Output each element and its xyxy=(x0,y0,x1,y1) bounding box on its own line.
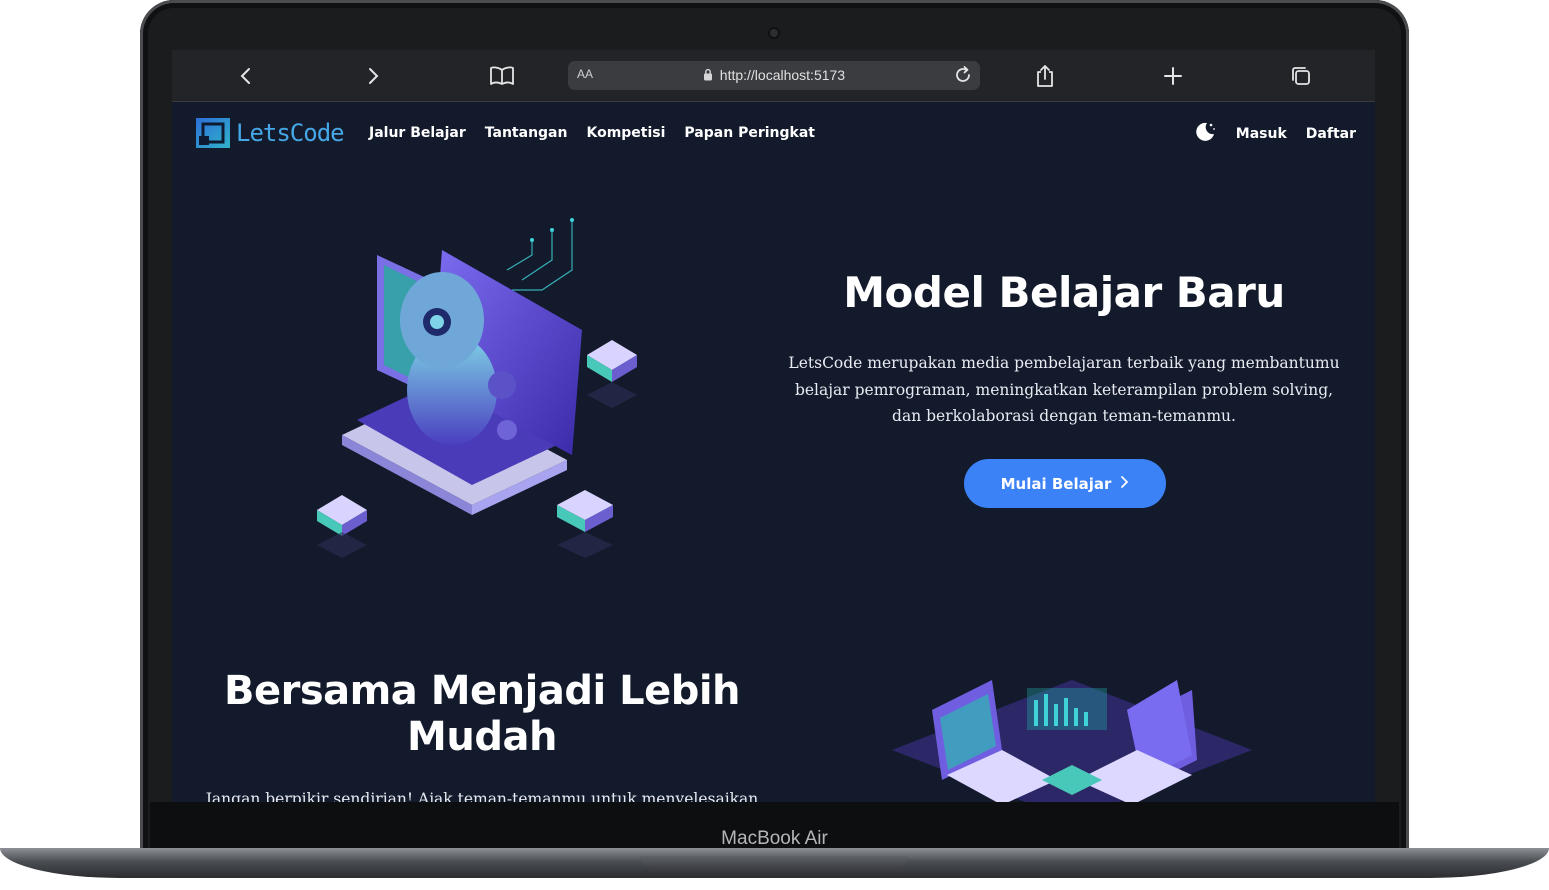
register-button[interactable]: Daftar xyxy=(1306,126,1356,142)
chevron-right-icon xyxy=(1119,475,1129,493)
laptop-notch xyxy=(640,856,908,868)
start-learning-label: Mulai Belajar xyxy=(1000,474,1112,493)
section-description: Jangan berpikir sendirian! Ajak teman-te… xyxy=(205,790,759,802)
letscode-logo[interactable]: LetsCode xyxy=(196,118,345,148)
section-title: Bersama Menjadi Lebih Mudah xyxy=(223,668,741,760)
share-icon[interactable] xyxy=(1030,61,1060,91)
address-bar[interactable]: AA http://localhost:5173 xyxy=(568,61,980,90)
url-text: http://localhost:5173 xyxy=(719,67,846,83)
nav-link-jalur-belajar[interactable]: Jalur Belajar xyxy=(369,125,466,141)
moon-icon[interactable] xyxy=(1193,120,1217,148)
logo-text: LetsCode xyxy=(236,119,345,147)
device-model-label: MacBook Air xyxy=(721,828,828,849)
tabs-icon[interactable] xyxy=(1286,61,1316,91)
start-learning-button[interactable]: Mulai Belajar xyxy=(964,459,1166,508)
login-button[interactable]: Masuk xyxy=(1236,126,1287,142)
nav-actions: Masuk Daftar xyxy=(1193,120,1356,148)
nav-link-tantangan[interactable]: Tantangan xyxy=(485,125,568,141)
camera xyxy=(770,29,778,37)
nav-link-kompetisi[interactable]: Kompetisi xyxy=(586,125,665,141)
nav-links: Jalur Belajar Tantangan Kompetisi Papan … xyxy=(369,125,815,141)
back-icon[interactable] xyxy=(231,61,261,91)
hero-description: LetsCode merupakan media pembelajaran te… xyxy=(788,354,1340,425)
forward-icon[interactable] xyxy=(358,61,388,91)
site-navbar: LetsCode Jalur Belajar Tantangan Kompeti… xyxy=(172,102,1375,166)
lock-icon xyxy=(703,67,720,83)
robot-laptop-illustration xyxy=(317,218,637,558)
nav-link-papan-peringkat[interactable]: Papan Peringkat xyxy=(684,125,815,141)
reload-icon[interactable] xyxy=(952,64,974,90)
new-tab-icon[interactable] xyxy=(1158,61,1188,91)
collaboration-illustration xyxy=(892,680,1252,802)
url-display: http://localhost:5173 xyxy=(568,67,980,83)
screen: AA http://localhost:5173 LetsCode Jalur … xyxy=(172,50,1375,802)
logo-mark-icon xyxy=(196,118,230,148)
browser-toolbar: AA http://localhost:5173 xyxy=(172,50,1375,102)
hero-title: Model Belajar Baru xyxy=(843,268,1285,317)
bookmarks-icon[interactable] xyxy=(487,61,517,91)
